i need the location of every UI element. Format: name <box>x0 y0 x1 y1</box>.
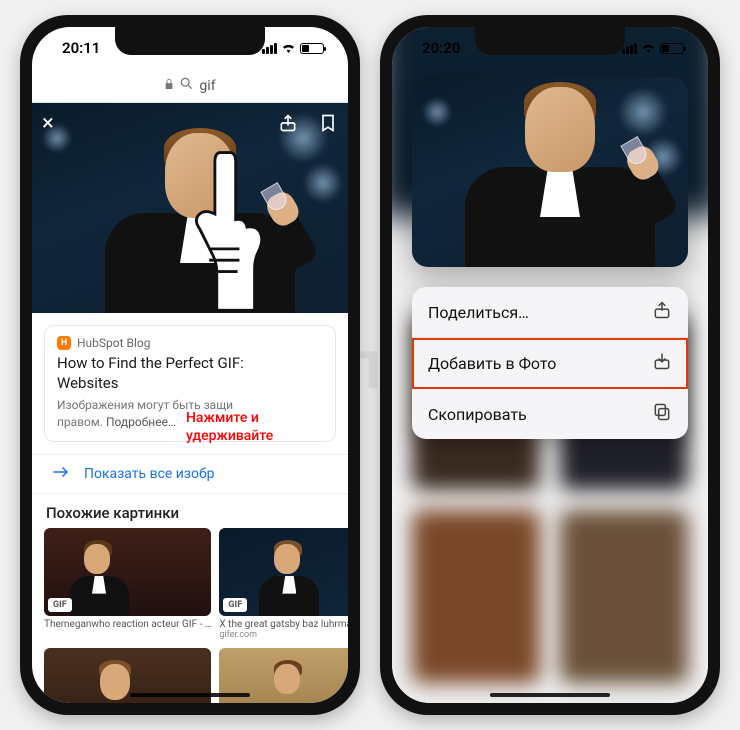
menu-item-label: Добавить в Фото <box>428 354 556 373</box>
thumb-caption: X the great gatsby baz luhrmann GIF… <box>219 619 348 630</box>
context-menu: Поделиться… Добавить в Фото Скопировать <box>412 287 688 439</box>
cellular-icon <box>262 43 277 54</box>
section-title: Похожие картинки <box>32 494 348 528</box>
home-indicator[interactable] <box>490 693 610 697</box>
phone-mockup-left: 20:11 gif <box>20 15 360 715</box>
lock-icon <box>164 78 174 94</box>
cellular-icon <box>622 43 637 54</box>
menu-item-label: Поделиться… <box>428 303 529 322</box>
phone-mockup-right: 20:20 <box>380 15 720 715</box>
related-grid: GIF Themeganwho reaction acteur GIF - … … <box>32 528 348 703</box>
wifi-icon <box>641 39 656 57</box>
status-time: 20:20 <box>422 39 460 57</box>
context-menu-preview[interactable] <box>412 77 688 267</box>
close-button[interactable]: × <box>42 113 54 137</box>
wifi-icon <box>281 39 296 57</box>
card-desc2: правом. <box>57 415 103 429</box>
battery-icon <box>300 43 324 54</box>
menu-item-add-to-photos[interactable]: Добавить в Фото <box>412 338 688 389</box>
source-name: HubSpot Blog <box>77 336 151 350</box>
share-icon <box>652 300 672 324</box>
battery-icon <box>660 43 684 54</box>
share-icon[interactable] <box>278 113 298 137</box>
notch <box>475 27 625 55</box>
home-indicator[interactable] <box>130 693 250 697</box>
gif-badge: GIF <box>223 598 247 612</box>
status-time: 20:11 <box>62 39 100 57</box>
source-favicon: H <box>57 336 71 350</box>
url-text: gif <box>199 78 215 94</box>
card-title-line2: Websites <box>57 374 118 392</box>
tutorial-hand-overlay: Нажмите и удерживайте <box>190 145 310 445</box>
tutorial-label-line2: удерживайте <box>186 428 273 444</box>
card-more-link[interactable]: Подробнее… <box>106 415 176 429</box>
arrow-right-icon <box>52 465 70 483</box>
copy-icon <box>652 402 672 426</box>
gif-badge: GIF <box>48 598 72 612</box>
menu-item-copy[interactable]: Скопировать <box>412 389 688 439</box>
notch <box>115 27 265 55</box>
thumb-source: gifer.com <box>219 630 348 640</box>
tutorial-label-line1: Нажмите и <box>186 410 259 426</box>
menu-item-label: Скопировать <box>428 405 527 424</box>
thumb-caption: Themeganwho reaction acteur GIF - … <box>44 619 211 630</box>
show-all-label: Показать все изобр <box>84 466 214 482</box>
show-all-button[interactable]: Показать все изобр <box>32 454 348 494</box>
related-thumb[interactable]: GIF Themeganwho reaction acteur GIF - … <box>44 528 211 640</box>
download-icon <box>652 351 672 375</box>
related-thumb[interactable]: GIF X the great gatsby baz luhrmann GIF…… <box>219 528 348 640</box>
search-icon <box>180 77 193 94</box>
bookmark-icon[interactable] <box>318 113 338 137</box>
url-bar[interactable]: gif <box>32 69 348 103</box>
menu-item-share[interactable]: Поделиться… <box>412 287 688 338</box>
